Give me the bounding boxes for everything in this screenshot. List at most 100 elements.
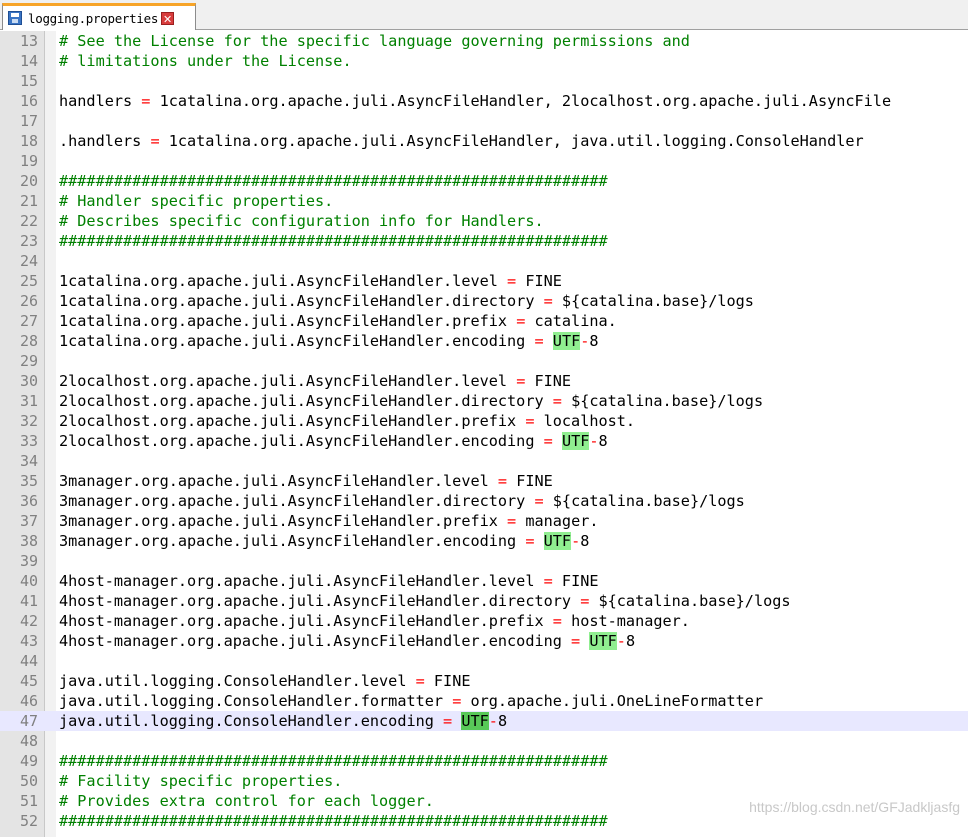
line-text: 4host-manager.org.apache.juli.AsyncFileH… bbox=[59, 612, 690, 630]
line-text: 4host-manager.org.apache.juli.AsyncFileH… bbox=[59, 592, 791, 610]
line-text: 2localhost.org.apache.juli.AsyncFileHand… bbox=[59, 392, 764, 410]
line-number: 34 bbox=[19, 452, 38, 470]
line-text: # Provides extra control for each logger… bbox=[59, 792, 434, 810]
code-line[interactable]: 35 3manager.org.apache.juli.AsyncFileHand… bbox=[0, 471, 968, 491]
code-line[interactable]: 47 java.util.logging.ConsoleHandler.encod… bbox=[0, 711, 968, 731]
line-text: java.util.logging.ConsoleHandler.level =… bbox=[59, 672, 471, 690]
line-number: 48 bbox=[19, 732, 38, 750]
line-number: 24 bbox=[19, 252, 38, 270]
line-text: 1catalina.org.apache.juli.AsyncFileHandl… bbox=[59, 312, 617, 330]
line-number: 39 bbox=[19, 552, 38, 570]
code-line[interactable]: 26 1catalina.org.apache.juli.AsyncFileHan… bbox=[0, 291, 968, 311]
line-number: 35 bbox=[19, 472, 38, 490]
code-line[interactable]: 40 4host-manager.org.apache.juli.AsyncFil… bbox=[0, 571, 968, 591]
code-line[interactable]: 38 3manager.org.apache.juli.AsyncFileHand… bbox=[0, 531, 968, 551]
line-text: java.util.logging.ConsoleHandler.formatt… bbox=[59, 692, 764, 710]
line-number: 46 bbox=[19, 692, 38, 710]
code-line[interactable]: 43 4host-manager.org.apache.juli.AsyncFil… bbox=[0, 631, 968, 651]
line-number: 27 bbox=[19, 312, 38, 330]
editor[interactable]: 13 # See the License for the specific lan… bbox=[0, 31, 968, 837]
line-number: 45 bbox=[19, 672, 38, 690]
code-line[interactable]: 28 1catalina.org.apache.juli.AsyncFileHan… bbox=[0, 331, 968, 351]
code-line[interactable]: 41 4host-manager.org.apache.juli.AsyncFil… bbox=[0, 591, 968, 611]
line-text: 4host-manager.org.apache.juli.AsyncFileH… bbox=[59, 572, 599, 590]
line-text: # Handler specific properties. bbox=[59, 192, 334, 210]
code-line[interactable]: 32 2localhost.org.apache.juli.AsyncFileHa… bbox=[0, 411, 968, 431]
line-text: handlers = 1catalina.org.apache.juli.Asy… bbox=[59, 92, 892, 110]
line-number: 44 bbox=[19, 652, 38, 670]
close-icon[interactable]: ✕ bbox=[161, 11, 175, 26]
line-number: 16 bbox=[19, 92, 38, 110]
code-line[interactable]: 46 java.util.logging.ConsoleHandler.forma… bbox=[0, 691, 968, 711]
line-text: # limitations under the License. bbox=[59, 52, 352, 70]
code-line[interactable]: 49 ######################################… bbox=[0, 751, 968, 771]
line-number: 37 bbox=[19, 512, 38, 530]
code-line[interactable]: 48 bbox=[0, 731, 968, 751]
line-number: 21 bbox=[19, 192, 38, 210]
code-line[interactable]: 37 3manager.org.apache.juli.AsyncFileHand… bbox=[0, 511, 968, 531]
code-line[interactable]: 20 ######################################… bbox=[0, 171, 968, 191]
line-number: 20 bbox=[19, 172, 38, 190]
code-line[interactable]: 30 2localhost.org.apache.juli.AsyncFileHa… bbox=[0, 371, 968, 391]
line-number: 50 bbox=[19, 772, 38, 790]
line-number: 19 bbox=[19, 152, 38, 170]
line-text: 3manager.org.apache.juli.AsyncFileHandle… bbox=[59, 532, 590, 550]
code-line[interactable]: 19 bbox=[0, 151, 968, 171]
code-line[interactable]: 18 .handlers = 1catalina.org.apache.juli.… bbox=[0, 131, 968, 151]
tab-label: logging.properties bbox=[28, 10, 159, 26]
line-number: 26 bbox=[19, 292, 38, 310]
line-number: 15 bbox=[19, 72, 38, 90]
line-number: 42 bbox=[19, 612, 38, 630]
line-number: 17 bbox=[19, 112, 38, 130]
tab-logging-properties[interactable]: logging.properties ✕ bbox=[2, 3, 196, 30]
line-text: 1catalina.org.apache.juli.AsyncFileHandl… bbox=[59, 332, 599, 350]
line-text: ########################################… bbox=[59, 752, 608, 770]
code-lines[interactable]: 13 # See the License for the specific lan… bbox=[0, 31, 968, 831]
code-line[interactable]: 27 1catalina.org.apache.juli.AsyncFileHan… bbox=[0, 311, 968, 331]
line-text: # Facility specific properties. bbox=[59, 772, 343, 790]
code-line[interactable]: 15 bbox=[0, 71, 968, 91]
code-line[interactable]: 25 1catalina.org.apache.juli.AsyncFileHan… bbox=[0, 271, 968, 291]
line-text: # See the License for the specific langu… bbox=[59, 32, 690, 50]
line-text: 2localhost.org.apache.juli.AsyncFileHand… bbox=[59, 412, 636, 430]
code-line[interactable]: 23 ######################################… bbox=[0, 231, 968, 251]
code-line[interactable]: 39 bbox=[0, 551, 968, 571]
line-number: 36 bbox=[19, 492, 38, 510]
line-number: 41 bbox=[19, 592, 38, 610]
line-text: 3manager.org.apache.juli.AsyncFileHandle… bbox=[59, 492, 745, 510]
tab-bar: logging.properties ✕ bbox=[0, 0, 968, 30]
line-text: 2localhost.org.apache.juli.AsyncFileHand… bbox=[59, 372, 572, 390]
code-line[interactable]: 50 # Facility specific properties. bbox=[0, 771, 968, 791]
line-text: ########################################… bbox=[59, 172, 608, 190]
line-number: 18 bbox=[19, 132, 38, 150]
line-number: 14 bbox=[19, 52, 38, 70]
code-line[interactable]: 34 bbox=[0, 451, 968, 471]
code-line[interactable]: 14 # limitations under the License. bbox=[0, 51, 968, 71]
code-line[interactable]: 21 # Handler specific properties. bbox=[0, 191, 968, 211]
code-line[interactable]: 24 bbox=[0, 251, 968, 271]
line-number: 43 bbox=[19, 632, 38, 650]
save-icon bbox=[8, 11, 22, 25]
watermark: https://blog.csdn.net/GFJadkljasfg bbox=[749, 799, 960, 815]
code-line[interactable]: 31 2localhost.org.apache.juli.AsyncFileHa… bbox=[0, 391, 968, 411]
line-text: 4host-manager.org.apache.juli.AsyncFileH… bbox=[59, 632, 636, 650]
line-number: 49 bbox=[19, 752, 38, 770]
code-line[interactable]: 17 bbox=[0, 111, 968, 131]
line-number: 33 bbox=[19, 432, 38, 450]
line-number: 25 bbox=[19, 272, 38, 290]
code-line[interactable]: 16 handlers = 1catalina.org.apache.juli.A… bbox=[0, 91, 968, 111]
code-line[interactable]: 13 # See the License for the specific lan… bbox=[0, 31, 968, 51]
code-line[interactable]: 22 # Describes specific configuration inf… bbox=[0, 211, 968, 231]
code-line[interactable]: 42 4host-manager.org.apache.juli.AsyncFil… bbox=[0, 611, 968, 631]
line-text: 1catalina.org.apache.juli.AsyncFileHandl… bbox=[59, 292, 754, 310]
code-line[interactable]: 44 bbox=[0, 651, 968, 671]
line-number: 40 bbox=[19, 572, 38, 590]
code-line[interactable]: 36 3manager.org.apache.juli.AsyncFileHand… bbox=[0, 491, 968, 511]
code-line[interactable]: 45 java.util.logging.ConsoleHandler.level… bbox=[0, 671, 968, 691]
code-line[interactable]: 29 bbox=[0, 351, 968, 371]
line-number: 31 bbox=[19, 392, 38, 410]
line-text: .handlers = 1catalina.org.apache.juli.As… bbox=[59, 132, 864, 150]
code-line[interactable]: 33 2localhost.org.apache.juli.AsyncFileHa… bbox=[0, 431, 968, 451]
line-number: 28 bbox=[19, 332, 38, 350]
line-number: 30 bbox=[19, 372, 38, 390]
